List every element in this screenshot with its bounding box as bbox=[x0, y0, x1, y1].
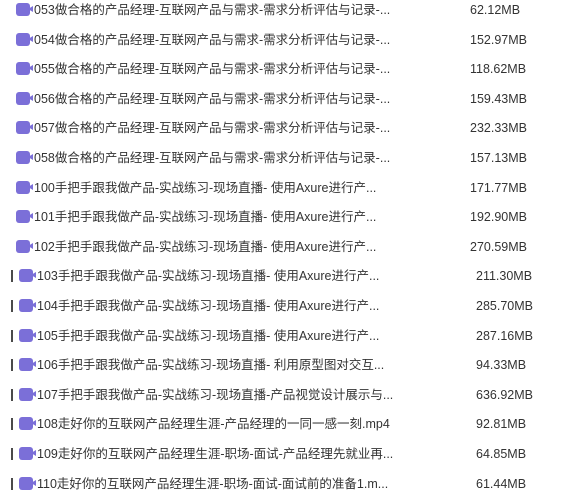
video-file-icon bbox=[16, 240, 30, 253]
file-row[interactable]: 054做合格的产品经理-互联网产品与需求-需求分析评估与记录-... 152.9… bbox=[0, 26, 567, 56]
file-size: 152.97MB bbox=[470, 32, 527, 48]
file-row[interactable]: 103手把手跟我做产品-实战练习-现场直播- 使用Axure进行产... 211… bbox=[0, 262, 567, 292]
file-name: 109走好你的互联网产品经理生涯-职场-面试-产品经理先就业再... bbox=[37, 446, 393, 462]
file-name: 100手把手跟我做产品-实战练习-现场直播- 使用Axure进行产... bbox=[34, 180, 376, 196]
file-size: 61.44MB bbox=[476, 476, 526, 492]
file-name: 053做合格的产品经理-互联网产品与需求-需求分析评估与记录-... bbox=[34, 2, 390, 18]
file-size: 94.33MB bbox=[476, 357, 526, 373]
video-file-icon bbox=[16, 210, 30, 223]
file-row[interactable]: 057做合格的产品经理-互联网产品与需求-需求分析评估与记录-... 232.3… bbox=[0, 114, 567, 144]
video-file-icon bbox=[16, 92, 30, 105]
file-size: 171.77MB bbox=[470, 180, 527, 196]
file-row[interactable]: 055做合格的产品经理-互联网产品与需求-需求分析评估与记录-... 118.6… bbox=[0, 55, 567, 85]
crop-edge-divider bbox=[11, 389, 13, 401]
file-row[interactable]: 056做合格的产品经理-互联网产品与需求-需求分析评估与记录-... 159.4… bbox=[0, 85, 567, 115]
file-name: 108走好你的互联网产品经理生涯-产品经理的一同一感一刻.mp4 bbox=[37, 416, 390, 432]
video-file-icon bbox=[16, 62, 30, 75]
video-file-icon bbox=[16, 33, 30, 46]
crop-edge-divider bbox=[11, 270, 13, 282]
file-size: 287.16MB bbox=[476, 328, 533, 344]
crop-edge-divider bbox=[11, 418, 13, 430]
file-name: 057做合格的产品经理-互联网产品与需求-需求分析评估与记录-... bbox=[34, 120, 390, 136]
video-file-icon bbox=[19, 417, 33, 430]
file-size: 270.59MB bbox=[470, 239, 527, 255]
file-row[interactable]: 109走好你的互联网产品经理生涯-职场-面试-产品经理先就业再... 64.85… bbox=[0, 440, 567, 470]
file-name: 104手把手跟我做产品-实战练习-现场直播- 使用Axure进行产... bbox=[37, 298, 379, 314]
file-size: 285.70MB bbox=[476, 298, 533, 314]
file-row[interactable]: 058做合格的产品经理-互联网产品与需求-需求分析评估与记录-... 157.1… bbox=[0, 144, 567, 174]
file-name: 107手把手跟我做产品-实战练习-现场直播-产品视觉设计展示与... bbox=[37, 387, 393, 403]
crop-edge-divider bbox=[11, 330, 13, 342]
file-row[interactable]: 102手把手跟我做产品-实战练习-现场直播- 使用Axure进行产... 270… bbox=[0, 233, 567, 263]
file-size: 636.92MB bbox=[476, 387, 533, 403]
file-name: 056做合格的产品经理-互联网产品与需求-需求分析评估与记录-... bbox=[34, 91, 390, 107]
video-file-icon bbox=[19, 358, 33, 371]
file-name: 058做合格的产品经理-互联网产品与需求-需求分析评估与记录-... bbox=[34, 150, 390, 166]
file-row[interactable]: 100手把手跟我做产品-实战练习-现场直播- 使用Axure进行产... 171… bbox=[0, 174, 567, 204]
file-size: 159.43MB bbox=[470, 91, 527, 107]
video-file-icon bbox=[16, 151, 30, 164]
crop-edge-divider bbox=[11, 300, 13, 312]
file-row[interactable]: 108走好你的互联网产品经理生涯-产品经理的一同一感一刻.mp4 92.81MB bbox=[0, 410, 567, 440]
file-name: 101手把手跟我做产品-实战练习-现场直播- 使用Axure进行产... bbox=[34, 209, 376, 225]
file-name: 102手把手跟我做产品-实战练习-现场直播- 使用Axure进行产... bbox=[34, 239, 376, 255]
video-file-icon bbox=[19, 447, 33, 460]
file-name: 054做合格的产品经理-互联网产品与需求-需求分析评估与记录-... bbox=[34, 32, 390, 48]
file-row[interactable]: 105手把手跟我做产品-实战练习-现场直播- 使用Axure进行产... 287… bbox=[0, 322, 567, 352]
file-list: 053做合格的产品经理-互联网产品与需求-需求分析评估与记录-... 62.12… bbox=[0, 0, 567, 499]
file-name: 110走好你的互联网产品经理生涯-职场-面试-面试前的准备1.m... bbox=[37, 476, 388, 492]
file-name: 055做合格的产品经理-互联网产品与需求-需求分析评估与记录-... bbox=[34, 61, 390, 77]
file-size: 157.13MB bbox=[470, 150, 527, 166]
video-file-icon bbox=[16, 3, 30, 16]
file-size: 211.30MB bbox=[476, 268, 532, 284]
video-file-icon bbox=[19, 299, 33, 312]
file-row[interactable]: 053做合格的产品经理-互联网产品与需求-需求分析评估与记录-... 62.12… bbox=[0, 0, 567, 26]
file-size: 62.12MB bbox=[470, 2, 520, 18]
video-file-icon bbox=[19, 477, 33, 490]
file-size: 192.90MB bbox=[470, 209, 527, 225]
video-file-icon bbox=[19, 388, 33, 401]
file-row[interactable]: 106手把手跟我做产品-实战练习-现场直播- 利用原型图对交互... 94.33… bbox=[0, 351, 567, 381]
file-size: 92.81MB bbox=[476, 416, 526, 432]
file-row[interactable]: 104手把手跟我做产品-实战练习-现场直播- 使用Axure进行产... 285… bbox=[0, 292, 567, 322]
crop-edge-divider bbox=[11, 359, 13, 371]
video-file-icon bbox=[19, 329, 33, 342]
video-file-icon bbox=[16, 121, 30, 134]
file-name: 105手把手跟我做产品-实战练习-现场直播- 使用Axure进行产... bbox=[37, 328, 379, 344]
file-row[interactable]: 107手把手跟我做产品-实战练习-现场直播-产品视觉设计展示与... 636.9… bbox=[0, 381, 567, 411]
file-row[interactable]: 110走好你的互联网产品经理生涯-职场-面试-面试前的准备1.m... 61.4… bbox=[0, 470, 567, 499]
video-file-icon bbox=[19, 269, 33, 282]
file-size: 118.62MB bbox=[470, 61, 526, 77]
crop-edge-divider bbox=[11, 448, 13, 460]
file-name: 103手把手跟我做产品-实战练习-现场直播- 使用Axure进行产... bbox=[37, 268, 379, 284]
file-size: 64.85MB bbox=[476, 446, 526, 462]
file-row[interactable]: 101手把手跟我做产品-实战练习-现场直播- 使用Axure进行产... 192… bbox=[0, 203, 567, 233]
crop-edge-divider bbox=[11, 478, 13, 490]
file-name: 106手把手跟我做产品-实战练习-现场直播- 利用原型图对交互... bbox=[37, 357, 384, 373]
video-file-icon bbox=[16, 181, 30, 194]
file-size: 232.33MB bbox=[470, 120, 527, 136]
